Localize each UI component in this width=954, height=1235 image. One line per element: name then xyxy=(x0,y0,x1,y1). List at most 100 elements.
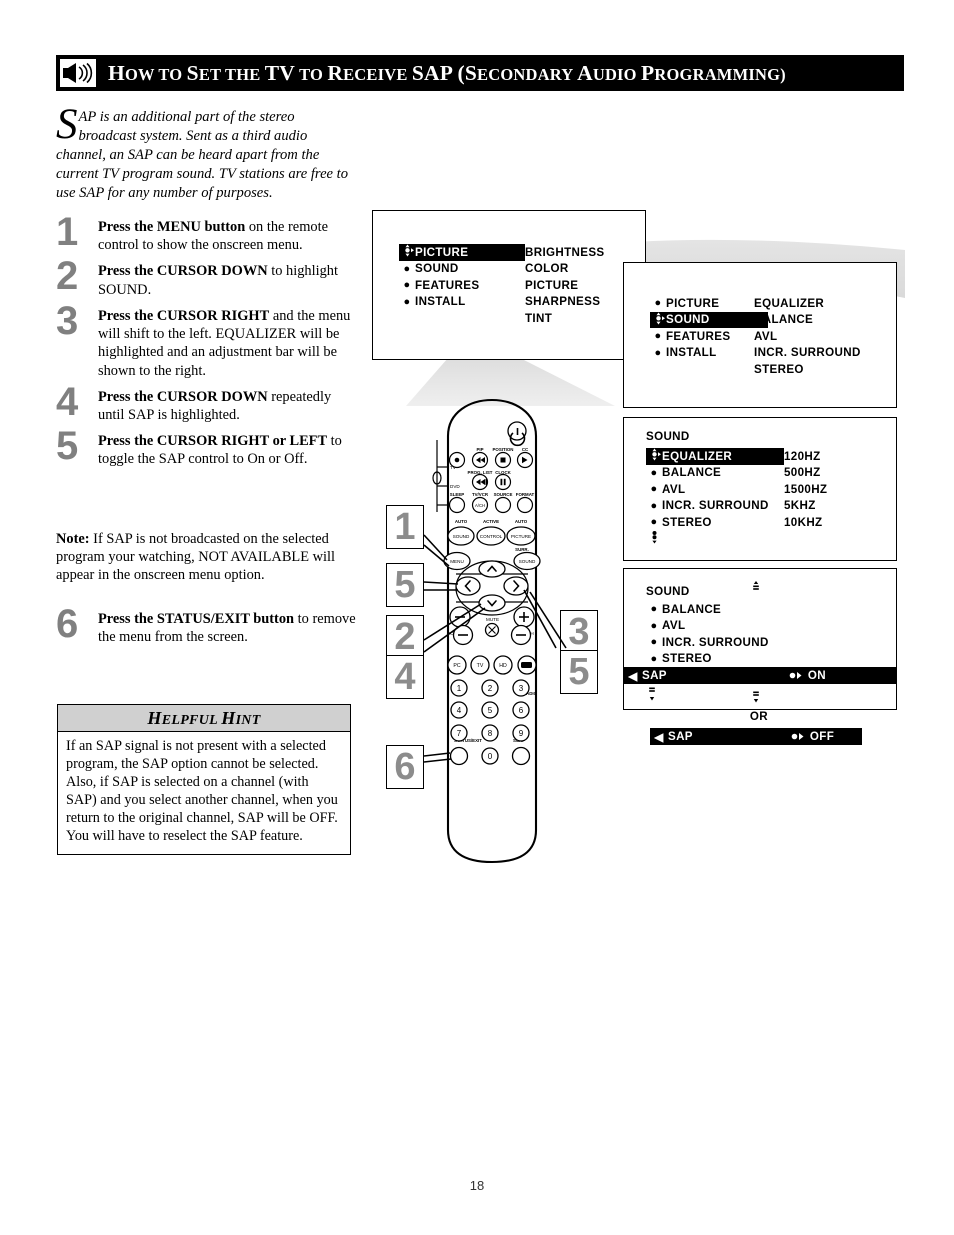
remote-label-vol: VOL xyxy=(447,631,457,636)
menu2-left-column: ● PICTURE SOUND ● FEATURES ● INSTALL xyxy=(650,295,768,361)
remote-btn-ach: A/CH xyxy=(475,503,485,508)
remote-key-1: 1 xyxy=(457,684,462,693)
remote-label-auto1: AUTO xyxy=(455,519,468,524)
menu-item-sound[interactable]: SOUND xyxy=(650,311,768,328)
eq-value: 500HZ xyxy=(784,465,827,482)
step-item: 2 Press the CURSOR DOWN to highlight SOU… xyxy=(56,256,356,298)
menu-item-incr-surround[interactable]: ● INCR. SURROUND xyxy=(646,634,769,651)
menu-item-avl[interactable]: ● AVL xyxy=(646,481,784,498)
bullet-dot-icon: ● xyxy=(650,499,658,512)
menu-item-stereo[interactable]: ● STEREO xyxy=(646,651,769,668)
menu-item-balance[interactable]: ● BALANCE xyxy=(646,465,784,482)
remote-btn-sound: SOUND xyxy=(453,534,470,539)
remote-label-clock: CLOCK xyxy=(495,470,511,475)
remote-label-surf: SURF xyxy=(513,738,525,743)
step-bold: Press the MENU button xyxy=(98,219,246,235)
bullet-dot-icon: ● xyxy=(654,346,662,359)
eq-value: 1500HZ xyxy=(784,481,827,498)
tv-menu-screen-2: ● PICTURE SOUND ● FEATURES ● INSTALL EQU… xyxy=(623,262,897,408)
step-item: 5 Press the CURSOR RIGHT or LEFT to togg… xyxy=(56,426,356,468)
menu-item-stereo[interactable]: ● STEREO xyxy=(646,514,784,531)
eq-value: 120HZ xyxy=(784,448,827,465)
scroll-down-indicator xyxy=(646,530,784,548)
remote-btn-picture: PICTURE xyxy=(511,534,531,539)
step-bold: Press the CURSOR DOWN xyxy=(98,263,268,280)
bullet-dot-icon: ● xyxy=(654,297,662,310)
step-number: 2 xyxy=(56,254,79,299)
menu3-title: SOUND xyxy=(646,430,690,443)
scroll-down-icon-svg xyxy=(651,530,657,544)
menu-item-sound[interactable]: ● SOUND xyxy=(399,261,525,278)
submenu-item: COLOR xyxy=(525,261,605,278)
menu-item-picture[interactable]: PICTURE xyxy=(399,244,525,261)
submenu-item: EQUALIZER xyxy=(754,295,861,312)
menu-item-avl[interactable]: ● AVL xyxy=(646,618,769,635)
menu-item-balance[interactable]: ● BALANCE xyxy=(646,601,769,618)
callout-step-5: 5 xyxy=(386,563,424,607)
callout-step-6: 6 xyxy=(386,745,424,789)
intro-dropcap: S xyxy=(56,101,78,148)
step-bold: Press the STATUS/EXIT button xyxy=(98,611,295,627)
bullet-dot-icon: ● xyxy=(650,483,658,496)
menu-item-install[interactable]: ● INSTALL xyxy=(399,294,525,311)
eq-value-label: 120HZ xyxy=(784,449,821,463)
step-item: 1 Press the MENU button on the remote co… xyxy=(56,212,356,254)
remote-label-sleep: SLEEP xyxy=(450,492,464,497)
menu-item-label: FEATURES xyxy=(415,278,480,292)
remote-key-0: 0 xyxy=(488,752,493,761)
bullet-dot-icon: ● xyxy=(650,636,658,649)
eq-value-label: 1500HZ xyxy=(784,482,828,496)
menu-item-label: BALANCE xyxy=(662,466,722,480)
instruction-step-6: 6 Press the STATUS/EXIT button to remove… xyxy=(56,604,356,654)
step-text: Press the CURSOR RIGHT and the menu will… xyxy=(98,307,356,380)
submenu-label: INCR. SURROUND xyxy=(754,346,861,360)
step-number: 4 xyxy=(56,379,79,424)
submenu-label: BALANCE xyxy=(754,313,814,327)
eq-value-label: 500HZ xyxy=(784,466,821,480)
submenu-label: AVL xyxy=(754,329,778,343)
callout-step-2: 2 xyxy=(386,615,424,659)
remote-label-radio: RADIO xyxy=(523,691,538,696)
menu-item-sap-on[interactable]: ◀ SAP ON xyxy=(624,667,896,684)
page-title: HOW TO SET THE TV TO RECEIVE SAP (SECOND… xyxy=(108,60,786,85)
menu-item-incr-surround[interactable]: ● INCR. SURROUND xyxy=(646,498,784,515)
menu-item-label: STEREO xyxy=(662,652,712,666)
menu-item-equalizer[interactable]: EQUALIZER xyxy=(646,448,784,465)
scroll-up-icon xyxy=(752,581,760,596)
menu4-title: SOUND xyxy=(646,585,690,598)
menu3-right-column: 120HZ 500HZ 1500HZ 5KHZ 10KHZ xyxy=(784,448,827,531)
note-paragraph: Note: If SAP is not broadcasted on the s… xyxy=(56,530,354,585)
cursor-updown-right-icon xyxy=(404,244,414,257)
sap-toggle-icon xyxy=(789,669,804,682)
page-number: 18 xyxy=(469,1178,485,1193)
remote-label-tvvcr: TV/VCR xyxy=(472,492,489,497)
bullet-dot-icon: ● xyxy=(650,516,658,529)
menu-item-label: INCR. SURROUND xyxy=(662,499,769,513)
bullet-dot-icon: ● xyxy=(650,603,658,616)
remote-label-dvd: DVD xyxy=(450,484,460,489)
remote-key-6: 6 xyxy=(519,706,524,715)
menu-item-features[interactable]: ● FEATURES xyxy=(650,328,768,345)
remote-btn-sound2: SOUND xyxy=(519,559,536,564)
remote-label-cc: CC xyxy=(522,447,529,452)
remote-label-active: ACTIVE xyxy=(483,519,499,524)
remote-key-3: 3 xyxy=(519,684,524,693)
submenu-label: PICTURE xyxy=(525,278,579,292)
eq-value-label: 5KHZ xyxy=(784,499,816,513)
step-number: 3 xyxy=(56,298,79,343)
menu-item-install[interactable]: ● INSTALL xyxy=(650,345,768,362)
left-arrow-icon: ◀ xyxy=(628,669,638,683)
remote-label-position: POSITION xyxy=(493,447,514,452)
sap-value: ON xyxy=(807,669,826,682)
step-number: 1 xyxy=(56,210,79,254)
instruction-steps: 1 Press the MENU button on the remote co… xyxy=(56,212,356,477)
menu-item-sap-off[interactable]: ◀ SAP OFF xyxy=(650,728,862,745)
bullet-dot-icon: ● xyxy=(403,295,411,308)
menu-item-features[interactable]: ● FEATURES xyxy=(399,277,525,294)
remote-label-acc: ACC xyxy=(450,503,460,508)
menu-item-picture[interactable]: ● PICTURE xyxy=(650,295,768,312)
submenu-item: BRIGHTNESS xyxy=(525,244,605,261)
menu-item-label: PICTURE xyxy=(666,296,720,310)
menu-item-label: INCR. SURROUND xyxy=(662,635,769,649)
submenu-item: STEREO xyxy=(754,361,861,378)
